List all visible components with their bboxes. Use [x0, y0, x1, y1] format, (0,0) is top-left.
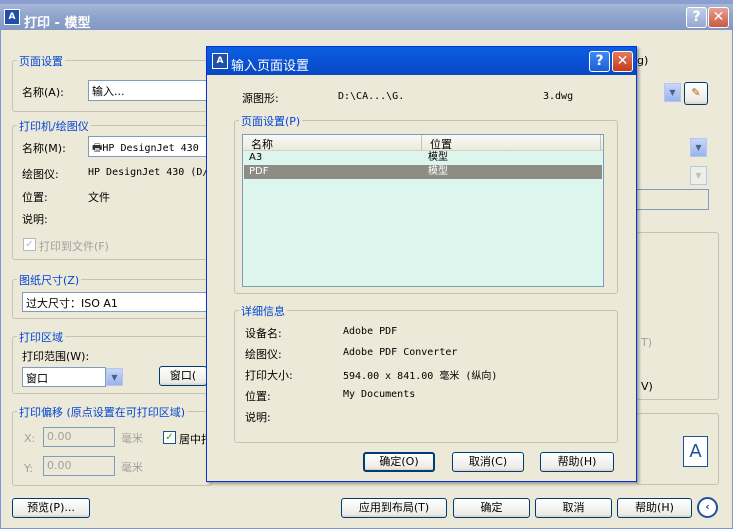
- list-item-location: 模型: [428, 166, 448, 177]
- column-divider: [600, 135, 601, 150]
- orientation-letter: A: [689, 441, 702, 462]
- column-divider: [421, 135, 422, 150]
- add-button-fragment-label: g): [637, 54, 649, 67]
- printer-name-field[interactable]: 🖶HP DesignJet 430: [88, 136, 208, 157]
- offset-x-label: X:: [24, 432, 36, 445]
- import-page-setups-dialog: A 输入页面设置 ? ✕ 源图形: D:\CA...\G. 3.dwg 页面设置…: [206, 46, 637, 482]
- edit-pencil-icon[interactable]: ✎: [684, 82, 708, 105]
- list-item-name: PDF: [249, 166, 269, 177]
- detail-size-value: 594.00 x 841.00 毫米 (纵向): [343, 371, 498, 382]
- plot-window-titlebar[interactable]: A 打印 - 模型 ? ✕: [0, 4, 733, 31]
- location-label: 位置:: [22, 191, 48, 204]
- description-label: 说明:: [22, 213, 48, 226]
- page-setup-combo-arrow[interactable]: ▼: [664, 83, 681, 102]
- print-to-file-checkbox[interactable]: ✓: [23, 238, 36, 251]
- detail-location-label: 位置:: [245, 390, 271, 403]
- print-to-file-label: 打印到文件(F): [39, 240, 109, 253]
- preview-button[interactable]: 预览(P)...: [12, 498, 90, 518]
- offset-y-input[interactable]: 0.00: [43, 456, 115, 476]
- plot-offset-group-title: 打印偏移 (原点设置在可打印区域): [17, 404, 188, 420]
- dialog-ok-button[interactable]: 确定(O): [363, 452, 435, 472]
- right-fragment-v: V): [641, 380, 653, 393]
- details-group-title: 详细信息: [239, 303, 287, 319]
- location-value: 文件: [88, 191, 110, 204]
- apply-to-layout-button[interactable]: 应用到布局(T): [341, 498, 447, 518]
- plot-range-select[interactable]: 窗口: [22, 367, 106, 387]
- detail-device-value: Adobe PDF: [343, 326, 398, 337]
- ok-button[interactable]: 确定: [453, 498, 530, 518]
- autocad-icon: A: [212, 53, 228, 69]
- offset-y-label: Y:: [24, 462, 33, 475]
- page-setup-name-field[interactable]: 输入...: [88, 80, 208, 101]
- page-setups-list[interactable]: 名称 位置 A3 模型 PDF 模型: [242, 134, 604, 287]
- detail-device-label: 设备名:: [245, 327, 282, 340]
- plot-range-arrow[interactable]: ▼: [106, 368, 123, 386]
- dialog-titlebar[interactable]: A 输入页面设置 ? ✕: [207, 47, 636, 75]
- list-item-selected[interactable]: PDF 模型: [244, 165, 602, 179]
- page-setup-group-title: 页面设置: [17, 53, 65, 69]
- printer-icon: 🖶: [92, 141, 103, 154]
- page-setups-group-title: 页面设置(P): [239, 113, 303, 129]
- offset-x-input[interactable]: 0.00: [43, 427, 115, 447]
- list-item-name: A3: [249, 152, 263, 163]
- help-button[interactable]: 帮助(H): [617, 498, 692, 518]
- list-header: 名称 位置: [243, 135, 603, 151]
- dialog-help-button[interactable]: 帮助(H): [540, 452, 614, 472]
- list-item-location: 模型: [428, 152, 448, 163]
- offset-x-unit: 毫米: [121, 432, 143, 445]
- cancel-button[interactable]: 取消: [535, 498, 612, 518]
- document-orientation-icon: A: [683, 436, 708, 467]
- column-name-header[interactable]: 名称: [251, 136, 273, 152]
- printer-name-label: 名称(M):: [22, 142, 66, 155]
- column-location-header[interactable]: 位置: [430, 136, 452, 152]
- dialog-title: 输入页面设置: [231, 59, 310, 74]
- plotter-properties-arrow: ▼: [690, 166, 707, 185]
- source-drawing-file: 3.dwg: [543, 91, 574, 102]
- detail-location-value: My Documents: [343, 389, 416, 400]
- dialog-close-icon[interactable]: ✕: [612, 51, 633, 72]
- disabled-field-right: [636, 189, 709, 210]
- paper-size-select[interactable]: 过大尺寸：ISO A1: [22, 292, 210, 312]
- detail-size-label: 打印大小:: [245, 369, 293, 382]
- window-button[interactable]: 窗口(: [159, 366, 207, 386]
- page-setup-name-label: 名称(A):: [22, 86, 64, 99]
- plot-range-label: 打印范围(W):: [22, 350, 90, 363]
- source-drawing-path: D:\CA...\G.: [338, 91, 405, 102]
- help-icon[interactable]: ?: [686, 7, 707, 28]
- collapse-arrow-icon[interactable]: ‹: [697, 497, 718, 518]
- paper-size-group-title: 图纸尺寸(Z): [17, 272, 82, 288]
- printer-group-title: 打印机/绘图仪: [17, 118, 91, 134]
- source-drawing-label: 源图形:: [242, 92, 279, 105]
- offset-y-unit: 毫米: [121, 461, 143, 474]
- dialog-cancel-button[interactable]: 取消(C): [452, 452, 524, 472]
- plotter-value: HP DesignJet 430 (D/: [88, 167, 209, 178]
- close-icon[interactable]: ✕: [708, 7, 729, 28]
- right-fragment-t: T): [641, 336, 653, 349]
- center-plot-checkbox[interactable]: ✓: [163, 431, 176, 444]
- printer-combo-arrow[interactable]: ▼: [690, 138, 707, 157]
- plotter-label: 绘图仪:: [22, 168, 59, 181]
- printer-name-value: HP DesignJet 430: [102, 143, 199, 154]
- list-item[interactable]: A3 模型: [243, 151, 603, 165]
- detail-plotter-value: Adobe PDF Converter: [343, 347, 458, 358]
- plot-window-title: 打印 - 模型: [24, 16, 91, 31]
- detail-plotter-label: 绘图仪:: [245, 348, 282, 361]
- plot-area-group-title: 打印区域: [17, 329, 65, 345]
- dialog-help-icon[interactable]: ?: [589, 51, 610, 72]
- right-options-group: [636, 232, 719, 400]
- autocad-icon: A: [4, 9, 20, 25]
- detail-description-label: 说明:: [245, 411, 271, 424]
